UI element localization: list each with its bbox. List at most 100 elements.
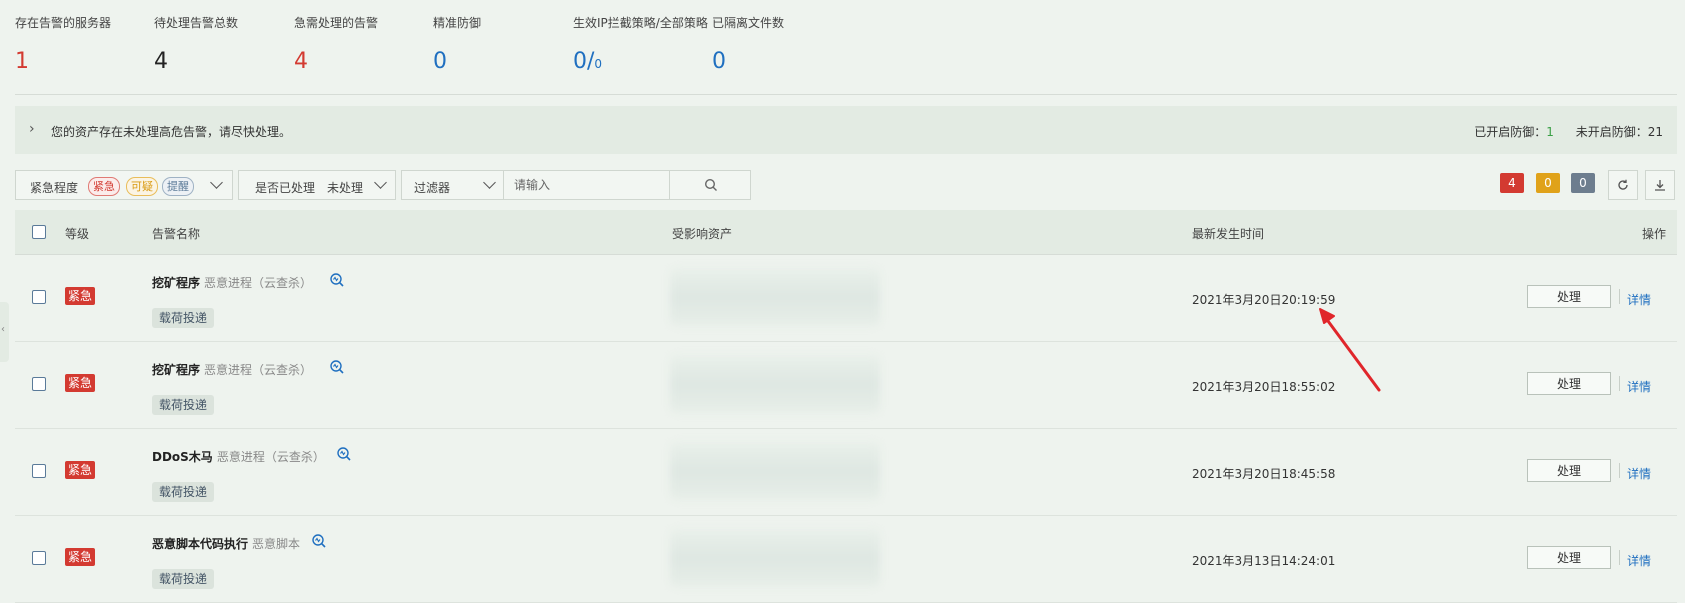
alert-name[interactable]: 挖矿程序 恶意进程（云查杀） <box>152 274 312 291</box>
enabled-defense-label: 已开启防御： <box>1474 125 1547 139</box>
alert-subtype: 恶意进程（云查杀） <box>216 450 325 464</box>
handle-button[interactable]: 处理 <box>1527 285 1611 308</box>
table-row: 紧急 恶意脚本代码执行 恶意脚本 载荷投递 2021年3月13日14:24:01 … <box>15 515 1677 603</box>
level-badge: 紧急 <box>65 461 96 479</box>
sidebar-collapse-handle[interactable]: ‹ <box>0 302 9 362</box>
divider <box>1619 463 1620 478</box>
chevron-left-icon: ‹ <box>1 324 5 335</box>
enabled-defense-count[interactable]: 1 <box>1546 125 1554 139</box>
table-header: 等级 告警名称 受影响资产 最新发生时间 操作 <box>15 210 1677 255</box>
urgent-count-badge[interactable]: 4 <box>1500 173 1524 193</box>
handled-filter-value: 未处理 <box>327 181 364 195</box>
disabled-defense-count[interactable]: 21 <box>1648 125 1663 139</box>
stats-row: 存在告警的服务器 1 待处理告警总数 4 急需处理的告警 4 精准防御 0 生效… <box>15 0 1677 95</box>
column-header-action: 操作 <box>1642 227 1667 241</box>
divider <box>1619 550 1620 565</box>
alert-subtype: 恶意脚本 <box>252 537 301 551</box>
stat-label: 急需处理的告警 <box>294 16 379 30</box>
investigate-icon[interactable] <box>329 272 345 291</box>
stat-value: 4 <box>154 49 168 74</box>
handled-filter-label: 是否已处理 <box>255 181 316 195</box>
level-badge: 紧急 <box>65 287 96 305</box>
column-header-level: 等级 <box>65 227 90 241</box>
handled-filter[interactable]: 是否已处理 未处理 <box>238 170 396 200</box>
detail-link[interactable]: 详情 <box>1627 291 1651 308</box>
chevron-right-icon[interactable]: › <box>29 121 35 137</box>
row-checkbox[interactable] <box>32 464 46 478</box>
stat-pending-alerts[interactable]: 待处理告警总数 4 <box>154 14 239 74</box>
investigate-icon[interactable] <box>336 446 352 465</box>
attack-stage-tag: 载荷投递 <box>152 482 215 502</box>
handle-button[interactable]: 处理 <box>1527 546 1611 569</box>
stat-value: 0 <box>712 49 726 74</box>
severity-tag-reminder[interactable]: 提醒 <box>162 177 194 196</box>
stat-label: 已隔离文件数 <box>712 16 785 30</box>
column-header-time: 最新发生时间 <box>1192 227 1265 241</box>
alert-title: 恶意脚本代码执行 <box>152 537 249 551</box>
stat-quarantined-files[interactable]: 已隔离文件数 0 <box>712 14 785 74</box>
stat-servers-with-alerts[interactable]: 存在告警的服务器 1 <box>15 14 112 74</box>
severity-filter[interactable]: 紧急程度 紧急 可疑 提醒 <box>15 170 233 200</box>
attack-stage-tag: 载荷投递 <box>152 569 215 589</box>
chevron-down-icon[interactable] <box>483 176 496 189</box>
latest-time: 2021年3月20日18:45:58 <box>1192 467 1336 481</box>
alert-title: DDoS木马 <box>152 450 213 464</box>
alert-title: 挖矿程序 <box>152 276 201 290</box>
alert-name[interactable]: 恶意脚本代码执行 恶意脚本 <box>152 535 300 552</box>
column-header-name: 告警名称 <box>152 227 201 241</box>
alert-notice-bar[interactable]: › 您的资产存在未处理高危告警，请尽快处理。 已开启防御：1 未开启防御：21 <box>15 106 1677 154</box>
column-header-asset: 受影响资产 <box>672 227 733 241</box>
reminder-count-badge[interactable]: 0 <box>1571 173 1595 193</box>
stat-label: 生效IP拦截策略/全部策略 <box>573 16 708 30</box>
divider <box>1619 289 1620 304</box>
stat-value-total: 0 <box>594 57 603 71</box>
table-row: 紧急 挖矿程序 恶意进程（云查杀） 载荷投递 2021年3月20日20:19:59… <box>15 254 1677 342</box>
affected-asset-blurred <box>670 355 880 413</box>
download-button[interactable] <box>1645 170 1675 200</box>
stat-value-main: 0/ <box>573 49 595 74</box>
row-checkbox[interactable] <box>32 551 46 565</box>
affected-asset-blurred <box>670 268 880 326</box>
handle-button[interactable]: 处理 <box>1527 372 1611 395</box>
severity-tag-urgent[interactable]: 紧急 <box>88 177 120 196</box>
search-button[interactable] <box>670 171 751 199</box>
investigate-icon[interactable] <box>329 359 345 378</box>
row-checkbox[interactable] <box>32 290 46 304</box>
attack-stage-tag: 载荷投递 <box>152 308 215 328</box>
latest-time: 2021年3月20日20:19:59 <box>1192 293 1336 307</box>
detail-link[interactable]: 详情 <box>1627 378 1651 395</box>
stat-label: 待处理告警总数 <box>154 16 239 30</box>
search-icon <box>704 178 717 191</box>
affected-asset-blurred <box>670 529 880 587</box>
stat-urgent-alerts[interactable]: 急需处理的告警 4 <box>294 14 379 74</box>
level-badge: 紧急 <box>65 374 96 392</box>
detail-link[interactable]: 详情 <box>1627 552 1651 569</box>
alert-name[interactable]: DDoS木马 恶意进程（云查杀） <box>152 448 325 465</box>
alert-subtype: 恶意进程（云查杀） <box>204 276 313 290</box>
stat-label: 存在告警的服务器 <box>15 16 112 30</box>
refresh-icon <box>1618 179 1628 190</box>
stat-ip-block-policies[interactable]: 生效IP拦截策略/全部策略 0/0 <box>573 14 708 74</box>
stat-value: 0/0 <box>573 49 602 74</box>
level-badge: 紧急 <box>65 548 96 566</box>
chevron-down-icon <box>210 176 223 189</box>
detail-link[interactable]: 详情 <box>1627 465 1651 482</box>
investigate-icon[interactable] <box>311 533 327 552</box>
search-input[interactable] <box>504 171 670 199</box>
alert-name[interactable]: 挖矿程序 恶意进程（云查杀） <box>152 361 312 378</box>
select-all-checkbox[interactable] <box>32 225 46 239</box>
row-checkbox[interactable] <box>32 377 46 391</box>
suspicious-count-badge[interactable]: 0 <box>1536 173 1560 193</box>
stat-precise-defense[interactable]: 精准防御 0 <box>433 14 481 74</box>
handle-button[interactable]: 处理 <box>1527 459 1611 482</box>
attack-stage-tag: 载荷投递 <box>152 395 215 415</box>
chevron-down-icon <box>374 176 387 189</box>
table-row: 紧急 挖矿程序 恶意进程（云查杀） 载荷投递 2021年3月20日18:55:02… <box>15 341 1677 429</box>
severity-tag-suspicious[interactable]: 可疑 <box>126 177 158 196</box>
notice-message: 您的资产存在未处理高危告警，请尽快处理。 <box>51 125 292 139</box>
refresh-button[interactable] <box>1608 170 1638 200</box>
stat-value: 1 <box>15 49 29 74</box>
filter-search-group: 过滤器 <box>401 170 751 200</box>
divider <box>1619 376 1620 391</box>
filter-select-label[interactable]: 过滤器 <box>414 179 450 196</box>
